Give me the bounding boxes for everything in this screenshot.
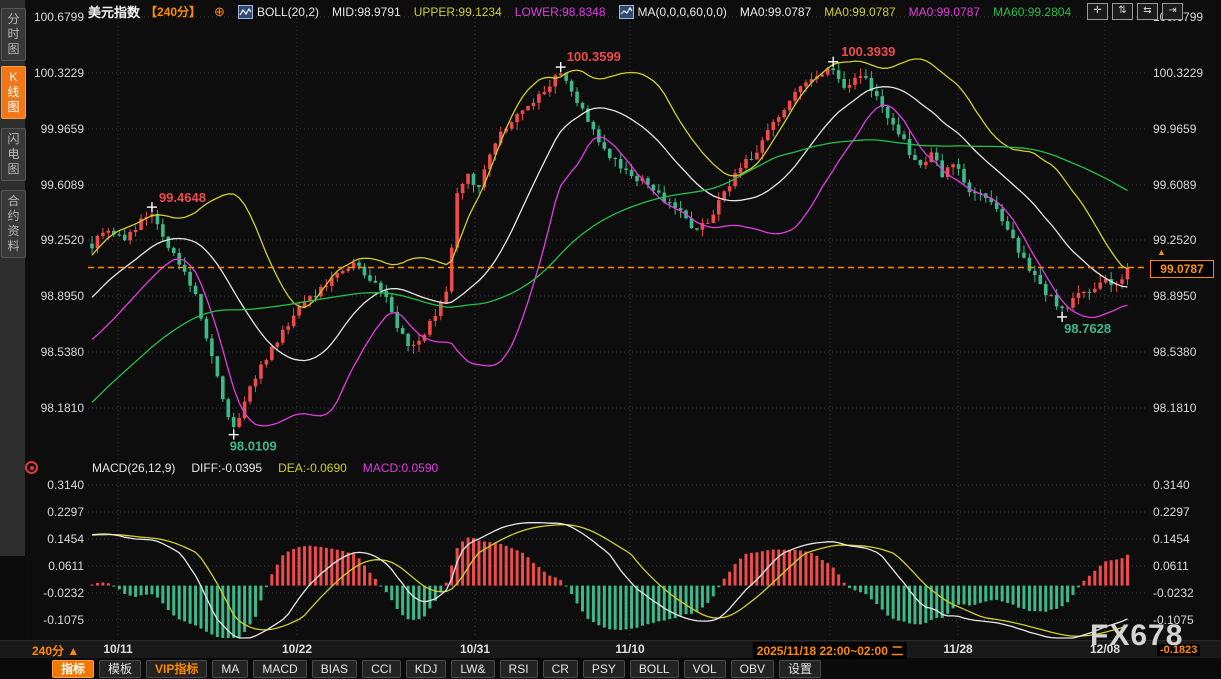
chart-tools: ✛ ⇅ ⇆ ⇥ — [1087, 3, 1183, 20]
zoom-horizontal-icon[interactable]: ⇆ — [1137, 3, 1158, 20]
main-axis-label-right: 99.9659 — [1153, 122, 1217, 136]
macd-axis-label-left: 0.3140 — [26, 478, 84, 492]
trading-terminal-window: 99.4648 98.0109 100.3599 100.3939 98.7628 分时… — [0, 0, 1221, 679]
toolbar-button-3[interactable]: VIP指标 — [146, 660, 207, 678]
toolbar-button-5[interactable]: MACD — [253, 660, 306, 678]
main-axis-label-left: 99.6089 — [26, 178, 84, 192]
macd-label: MACD(26,12,9) — [92, 461, 175, 475]
boll-mid-value: MID:98.9791 — [332, 5, 401, 19]
svg-text:99.4648: 99.4648 — [159, 190, 206, 205]
svg-text:98.0109: 98.0109 — [230, 439, 277, 454]
sidebar: 分时图 K线图闪电图合约资料 — [0, 0, 25, 640]
xaxis-period-label[interactable]: 240分 ▲ — [32, 642, 79, 659]
main-axis-label-left: 98.1810 — [26, 401, 84, 415]
toolbar-button-4[interactable]: MA — [212, 660, 248, 678]
toolbar-button-2[interactable]: 模板 — [99, 660, 141, 678]
toolbar-button-7[interactable]: CCI — [362, 660, 401, 678]
toolbar-button-10[interactable]: RSI — [500, 660, 538, 678]
macd-axis-label-right: 0.3140 — [1153, 478, 1217, 492]
xaxis-crosshair-label: 2025/11/18 22:00~02:00 二 — [753, 642, 907, 659]
main-axis-label-left: 99.2520 — [26, 233, 84, 247]
pan-icon[interactable]: ✛ — [1087, 3, 1108, 20]
ma-indicator-icon[interactable] — [619, 5, 634, 19]
svg-text:100.3939: 100.3939 — [841, 44, 895, 59]
main-axis-label-right: 98.1810 — [1153, 401, 1217, 415]
price-chart-svg[interactable]: 99.4648 98.0109 100.3599 100.3939 98.7628 — [0, 0, 1221, 640]
xaxis-date-label: 10/31 — [460, 642, 490, 656]
toolbar-button-8[interactable]: KDJ — [406, 660, 447, 678]
toolbar-button-11[interactable]: CR — [543, 660, 578, 678]
main-axis-label-right: 99.2520 — [1153, 233, 1217, 247]
xaxis-date-label: 11/10 — [615, 642, 644, 656]
sidebar-tab-2[interactable]: K线图 — [1, 66, 26, 119]
ma0-yellow-value: MA0:99.0787 — [824, 5, 895, 19]
main-axis-label-right: 100.3229 — [1153, 66, 1217, 80]
toolbar-button-12[interactable]: PSY — [583, 660, 625, 678]
main-chart-header: 美元指数 【240分】 ⊕ BOLL(20,2) MID:98.9791 UPP… — [88, 3, 1071, 20]
boll-upper-value: UPPER:99.1234 — [414, 5, 502, 19]
toolbar-button-6[interactable]: BIAS — [312, 660, 357, 678]
main-axis-label-left: 100.3229 — [26, 66, 84, 80]
main-axis-label-right: 98.8950 — [1153, 289, 1217, 303]
main-axis-label-right: 99.6089 — [1153, 178, 1217, 192]
xaxis-bar — [0, 640, 1221, 659]
sidebar-tab-4[interactable]: 合约资料 — [1, 190, 26, 258]
boll-lower-value: LOWER:98.8348 — [515, 5, 606, 19]
period-label: 【240分】 — [145, 3, 201, 20]
macd-axis-label-right: 0.0611 — [1153, 559, 1217, 573]
main-axis-label-right: 98.5380 — [1153, 345, 1217, 359]
main-axis-label-left: 99.9659 — [26, 122, 84, 136]
main-axis-label-left: 98.5380 — [26, 345, 84, 359]
macd-macd-value: MACD:0.0590 — [363, 461, 438, 475]
bottom-toolbar: 指标模板 VIP指标 MA MACD BIAS CCI KDJLW&RSI CR PSY BOLL… — [0, 658, 1221, 679]
boll-label: BOLL(20,2) — [257, 5, 319, 19]
macd-axis-label-left: 0.0611 — [26, 559, 84, 573]
current-price-tag: 99.0787 — [1150, 260, 1214, 278]
macd-axis-label-right: 0.2297 — [1153, 505, 1217, 519]
xaxis-date-label: 11/28 — [943, 642, 972, 656]
zoom-vertical-icon[interactable]: ⇅ — [1112, 3, 1133, 20]
boll-indicator-icon[interactable] — [238, 5, 253, 19]
ma0-white-value: MA0:99.0787 — [740, 5, 811, 19]
pan-right-icon[interactable]: ⇥ — [1162, 3, 1183, 20]
sidebar-tab-1[interactable]: 分时图 — [1, 8, 26, 61]
indicator-settings-icon[interactable] — [25, 461, 38, 474]
macd-diff-value: DIFF:-0.0395 — [191, 461, 262, 475]
macd-axis-label-left: 0.1454 — [26, 532, 84, 546]
macd-dea-value: DEA:-0.0690 — [278, 461, 347, 475]
main-axis-label-left: 98.8950 — [26, 289, 84, 303]
xaxis-date-label: 10/22 — [282, 642, 312, 656]
macd-axis-label-right: -0.0232 — [1153, 586, 1217, 600]
symbol-name: 美元指数 — [88, 2, 140, 21]
toolbar-button-15[interactable]: OBV — [731, 660, 774, 678]
xaxis-date-label: 10/11 — [103, 642, 132, 656]
toolbar-button-14[interactable]: VOL — [684, 660, 726, 678]
svg-text:98.7628: 98.7628 — [1064, 321, 1111, 336]
macd-axis-label-right: 0.1454 — [1153, 532, 1217, 546]
macd-axis-label-left: -0.0232 — [26, 586, 84, 600]
macd-axis-label-left: -0.1075 — [26, 613, 84, 627]
price-up-arrow-marker: ▲ — [1157, 247, 1166, 257]
svg-text:100.3599: 100.3599 — [567, 49, 621, 64]
macd-axis-label-left: 0.2297 — [26, 505, 84, 519]
macd-header: MACD(26,12,9) DIFF:-0.0395 DEA:-0.0690 M… — [92, 461, 438, 475]
main-axis-label-left: 100.6799 — [26, 10, 84, 24]
sidebar-tab-3[interactable]: 闪电图 — [1, 128, 26, 181]
ma-label: MA(0,0,0,60,0,0) — [638, 5, 727, 19]
toolbar-button-13[interactable]: BOLL — [630, 660, 679, 678]
add-indicator-icon[interactable]: ⊕ — [214, 5, 225, 18]
toolbar-button-1[interactable]: 指标 — [52, 660, 94, 678]
sidebar-spacer — [0, 556, 25, 640]
toolbar-button-9[interactable]: LW& — [451, 660, 494, 678]
ma60-value: MA60:99.2804 — [993, 5, 1071, 19]
watermark: FX678 — [1090, 619, 1183, 653]
toolbar-button-16[interactable]: 设置 — [779, 660, 821, 678]
ma0-magenta-value: MA0:99.0787 — [909, 5, 980, 19]
